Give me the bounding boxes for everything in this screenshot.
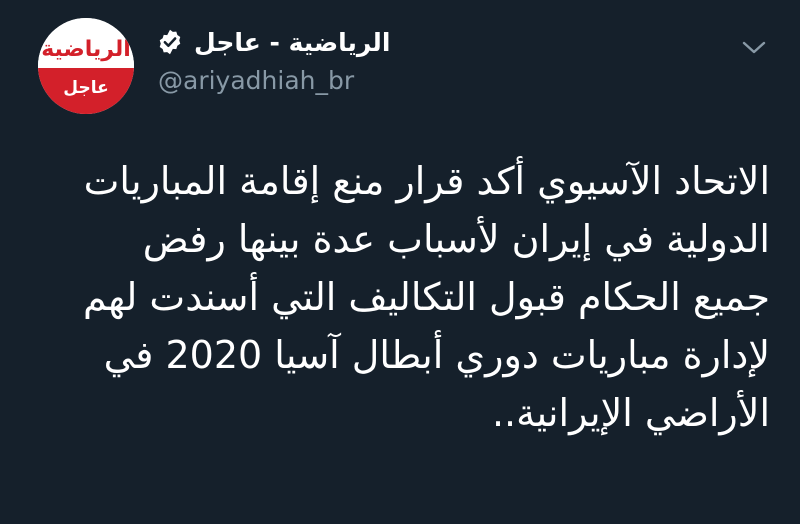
tweet-line: جميع الحكام قبول التكاليف التي أسندت لهم bbox=[82, 275, 770, 319]
avatar-brand-logo: الرياضية bbox=[41, 37, 131, 62]
tweet-header: الرياضية عاجل الرياضية - عاجل @ariyadhia… bbox=[0, 0, 800, 130]
avatar[interactable]: الرياضية عاجل bbox=[38, 18, 134, 114]
tweet-line: لإدارة مباريات دوري أبطال آسيا 2020 في bbox=[103, 333, 770, 377]
tweet-text: الاتحاد الآسيوي أكد قرار منع إقامة المبا… bbox=[60, 152, 770, 442]
account-handle[interactable]: @ariyadhiah_br bbox=[158, 66, 354, 95]
display-name[interactable]: الرياضية - عاجل bbox=[194, 28, 390, 57]
name-row: الرياضية - عاجل bbox=[156, 24, 390, 60]
tweet-line: الأراضي الإيرانية.. bbox=[491, 391, 770, 435]
verified-badge-icon bbox=[159, 29, 181, 55]
chevron-down-icon[interactable] bbox=[740, 38, 768, 58]
tweet-line: الدولية في إيران لأسباب عدة بينها رفض bbox=[142, 217, 770, 261]
tweet-line: الاتحاد الآسيوي أكد قرار منع إقامة المبا… bbox=[83, 159, 770, 203]
avatar-tag-label: عاجل bbox=[63, 78, 109, 98]
